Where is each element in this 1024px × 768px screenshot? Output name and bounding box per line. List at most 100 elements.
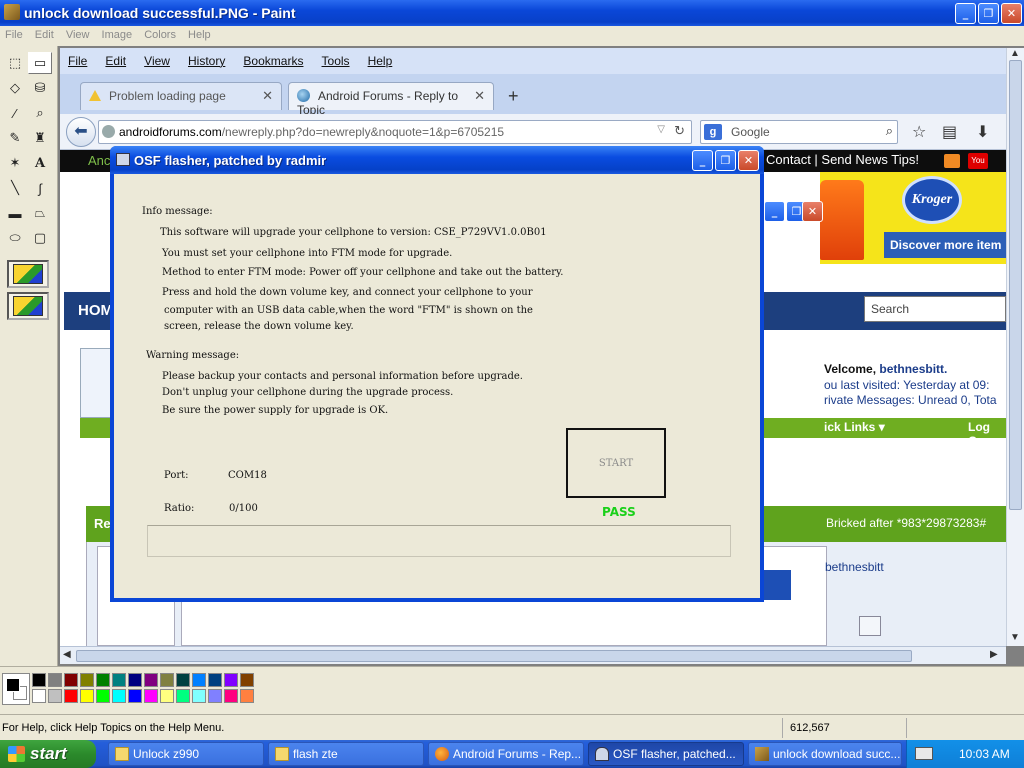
menu-edit[interactable]: Edit [30,26,58,41]
color-swatch[interactable] [96,673,110,687]
rss-icon[interactable] [944,154,960,168]
color-swatch[interactable] [208,673,222,687]
opaque-option-icon[interactable] [7,260,49,288]
web-topbar-links[interactable]: Contact | Send News Tips! [766,152,919,167]
foreground-color-swatch[interactable] [6,678,20,692]
close-button[interactable]: ✕ [1001,3,1022,24]
paint-title-bar[interactable]: unlock download successful.PNG - Paint _… [0,0,1024,26]
back-arrow-icon[interactable]: ⬅ [66,117,96,147]
taskbar-item[interactable]: Android Forums - Rep... [428,742,584,766]
color-swatch[interactable] [32,673,46,687]
color-swatch[interactable] [240,673,254,687]
tab-close-icon[interactable]: ✕ [262,88,273,104]
color-swatch[interactable] [112,673,126,687]
color-swatch[interactable] [128,673,142,687]
search-magnifier-icon[interactable]: ⌕ [886,123,893,139]
ff-menu-help[interactable]: Help [360,48,400,68]
line-icon[interactable]: ╲ [3,177,27,199]
scroll-up-icon[interactable]: ▲ [1010,48,1020,59]
url-dropdown-icon[interactable]: ▽ [657,124,665,135]
color-swatch[interactable] [160,689,174,703]
magnifier-icon[interactable]: ⌕ [28,102,52,124]
menu-view[interactable]: View [61,26,94,41]
color-swatch[interactable] [144,689,158,703]
reload-icon[interactable]: ↻ [674,123,685,139]
fill-bucket-icon[interactable]: ⛁ [28,77,52,99]
private-messages-link[interactable]: rivate Messages: Unread 0, Tota [824,393,997,407]
vertical-scrollbar[interactable]: ▲ ▼ [1006,48,1024,646]
bookmarks-list-icon[interactable]: ▤ [942,122,957,142]
ff-menu-bookmarks[interactable]: Bookmarks [235,48,310,68]
ff-menu-edit[interactable]: Edit [97,48,133,68]
taskbar-item[interactable]: Unlock z990 [108,742,264,766]
color-swatch[interactable] [240,689,254,703]
taskbar-item[interactable]: unlock download succ... [748,742,902,766]
color-swatch[interactable] [48,689,62,703]
color-swatch[interactable] [192,673,206,687]
color-swatch[interactable] [112,689,126,703]
osf-minimize-button[interactable]: _ [692,150,713,171]
log-out-link[interactable]: Log Ou [968,420,1006,448]
polygon-icon[interactable]: ⏢ [28,202,52,224]
web-search-input[interactable]: Search [864,296,1006,322]
address-bar[interactable]: androidforums.com/newreply.php?do=newrep… [98,120,692,144]
ff-menu-view[interactable]: View [136,48,177,68]
eraser-icon[interactable]: ◇ [3,77,27,99]
menu-colors[interactable]: Colors [139,26,180,41]
username-link[interactable]: bethnesbitt [825,560,884,574]
color-swatch[interactable] [160,673,174,687]
rectangle-icon[interactable]: ▬ [3,202,27,224]
color-swatch[interactable] [64,673,78,687]
menu-file[interactable]: File [0,26,27,41]
color-swatch[interactable] [32,689,46,703]
color-swatch[interactable] [96,689,110,703]
tab-problem-loading[interactable]: Problem loading page ✕ [80,82,282,110]
color-swatch[interactable] [144,673,158,687]
maximize-button[interactable]: ❐ [978,3,999,24]
thread-title[interactable]: Bricked after *983*29873283# [826,516,986,530]
scroll-right-icon[interactable]: ▶ [990,649,998,660]
color-swatch[interactable] [208,689,222,703]
osf-maximize-button[interactable]: ❐ [715,150,736,171]
osf-close-button[interactable]: ✕ [738,150,759,171]
color-swatch[interactable] [176,689,190,703]
minimize-button[interactable]: _ [764,201,785,222]
keyboard-icon[interactable] [915,747,933,760]
airbrush-icon[interactable]: ✶ [3,152,27,174]
rect-select-icon[interactable]: ▭ [28,52,52,74]
color-swatch[interactable] [80,689,94,703]
menu-image[interactable]: Image [97,26,137,41]
color-swatch[interactable] [48,673,62,687]
taskbar-item[interactable]: flash zte [268,742,424,766]
minimize-button[interactable]: _ [955,3,976,24]
color-swatch[interactable] [80,673,94,687]
horizontal-scrollbar[interactable]: ◀ ▶ [60,646,1006,664]
quick-links[interactable]: ick Links ▾ [824,420,885,434]
nav-home[interactable]: HOM [78,302,113,319]
youtube-icon[interactable]: You Tube [968,153,988,181]
color-swatch[interactable] [64,689,78,703]
kroger-ad-banner[interactable]: Kroger Discover more item [820,172,1006,264]
brush-icon[interactable]: ♜ [28,127,52,149]
google-engine-icon[interactable]: g [704,124,722,140]
ff-menu-history[interactable]: History [180,48,232,68]
text-tool-icon[interactable]: A [28,152,52,174]
color-swatch[interactable] [176,673,190,687]
curve-icon[interactable]: ∫ [28,177,52,199]
tab-close-icon[interactable]: ✕ [474,88,485,104]
color-swatch[interactable] [224,673,238,687]
start-button[interactable]: start [0,740,96,768]
rounded-rect-icon[interactable]: ▢ [28,227,52,249]
transparent-option-icon[interactable] [7,292,49,320]
scroll-down-icon[interactable]: ▼ [1010,632,1020,643]
editor-format-icon[interactable] [859,616,881,636]
bookmark-star-icon[interactable]: ☆ [912,122,926,142]
vertical-scroll-thumb[interactable] [1009,60,1022,510]
close-button[interactable]: ✕ [802,201,823,222]
color-picker-icon[interactable]: ⁄ [3,102,27,124]
menu-help[interactable]: Help [183,26,215,41]
free-select-icon[interactable]: ⬚ [3,52,27,74]
current-colors[interactable] [2,673,30,705]
search-bar[interactable]: g Google ⌕ [700,120,898,144]
scroll-left-icon[interactable]: ◀ [63,649,71,660]
